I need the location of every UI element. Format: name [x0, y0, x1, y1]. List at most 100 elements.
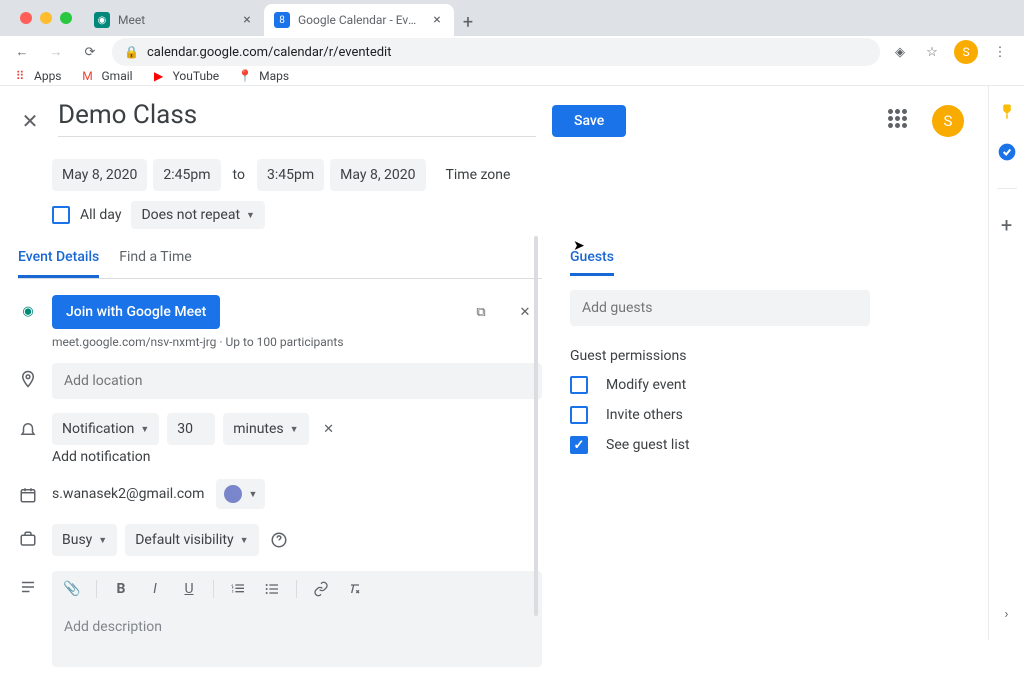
bookmark-maps[interactable]: 📍 Maps [237, 68, 289, 84]
tab-guests[interactable]: Guests [570, 249, 614, 276]
eye-icon[interactable]: ◈ [890, 42, 910, 62]
bold-icon[interactable]: B [111, 579, 131, 599]
browser-tab-meet[interactable]: ◉ Meet × [84, 4, 264, 36]
maximize-window[interactable] [60, 12, 72, 24]
calendar-row: s.wanasek2@gmail.com ▼ [18, 479, 542, 509]
browser-tab-calendar[interactable]: 8 Google Calendar - Event detail × [264, 4, 454, 36]
keep-icon[interactable] [997, 102, 1017, 122]
start-time-chip[interactable]: 2:45pm [153, 159, 220, 191]
permissions-heading: Guest permissions [570, 348, 870, 364]
end-time-chip[interactable]: 3:45pm [257, 159, 324, 191]
back-button[interactable]: ← [10, 40, 34, 64]
tab-find-time[interactable]: Find a Time [119, 249, 192, 278]
briefcase-icon [18, 529, 38, 549]
google-apps-button[interactable] [888, 109, 912, 133]
calendar-icon [18, 485, 38, 505]
perm-seelist-checkbox[interactable] [570, 436, 588, 454]
calendar-color-dropdown[interactable]: ▼ [216, 479, 265, 509]
minimize-window[interactable] [40, 12, 52, 24]
repeat-dropdown[interactable]: Does not repeat ▼ [131, 201, 265, 229]
details-column: Event Details Find a Time ◉ Join with Go… [18, 249, 542, 681]
event-header: ✕ Demo Class Save S [18, 100, 988, 141]
to-label: to [227, 167, 251, 183]
new-tab-button[interactable]: + [454, 8, 482, 36]
bookmark-youtube[interactable]: ▶ YouTube [151, 68, 220, 84]
tasks-icon[interactable] [997, 142, 1017, 162]
meet-row: ◉ Join with Google Meet ⧉ ✕ meet.google.… [18, 295, 542, 349]
italic-icon[interactable]: I [145, 579, 165, 599]
notification-type-dropdown[interactable]: Notification▼ [52, 413, 159, 445]
kebab-menu-icon[interactable]: ⋮ [990, 42, 1010, 62]
numbered-list-icon[interactable] [228, 579, 248, 599]
remove-notification-icon[interactable]: ✕ [317, 417, 341, 441]
column-scrollbar[interactable] [534, 236, 538, 616]
clear-formatting-icon[interactable] [345, 579, 365, 599]
perm-seelist-row: See guest list [570, 436, 870, 454]
collapse-panel-icon[interactable]: › [997, 604, 1017, 624]
perm-invite-checkbox[interactable] [570, 406, 588, 424]
browser-chrome: ◉ Meet × 8 Google Calendar - Event detai… [0, 0, 1024, 86]
description-textarea[interactable]: Add description [52, 607, 542, 667]
underline-icon[interactable]: U [179, 579, 199, 599]
add-notification-link[interactable]: Add notification [52, 449, 542, 465]
account-avatar[interactable]: S [932, 105, 964, 137]
availability-row: Busy▼ Default visibility▼ [18, 523, 542, 557]
description-row: 📎 B I U [18, 571, 542, 667]
visibility-help-icon[interactable] [267, 523, 291, 557]
organizer-email: s.wanasek2@gmail.com [52, 486, 204, 502]
gmail-icon: M [80, 68, 96, 84]
perm-invite-row: Invite others [570, 406, 870, 424]
url-text: calendar.google.com/calendar/r/eventedit [147, 45, 392, 60]
tab-title: Google Calendar - Event detail [298, 13, 422, 27]
star-icon[interactable]: ☆ [922, 42, 942, 62]
join-meet-button[interactable]: Join with Google Meet [52, 295, 220, 329]
event-title-input[interactable]: Demo Class [58, 100, 536, 130]
details-tabs: Event Details Find a Time [18, 249, 542, 279]
event-editor: ✕ Demo Class Save S May 8, 2020 2:45pm t… [0, 86, 988, 640]
timezone-link[interactable]: Time zone [446, 167, 511, 183]
link-icon[interactable] [311, 579, 331, 599]
chevron-down-icon: ▼ [140, 424, 149, 435]
end-date-chip[interactable]: May 8, 2020 [330, 159, 425, 191]
start-date-chip[interactable]: May 8, 2020 [52, 159, 147, 191]
all-day-checkbox[interactable] [52, 206, 70, 224]
meet-icon: ◉ [18, 301, 38, 321]
bookmark-gmail[interactable]: M Gmail [80, 68, 133, 84]
location-input[interactable] [52, 363, 542, 399]
guests-column: Guests Guest permissions Modify event In… [570, 249, 870, 681]
tab-close-icon[interactable]: × [430, 13, 444, 27]
tab-close-icon[interactable]: × [240, 13, 254, 27]
perm-modify-checkbox[interactable] [570, 376, 588, 394]
chevron-down-icon: ▼ [248, 489, 257, 500]
tab-strip: ◉ Meet × 8 Google Calendar - Event detai… [0, 0, 1024, 36]
bookmark-apps[interactable]: ⠿ Apps [12, 68, 62, 84]
reload-button[interactable]: ⟳ [78, 40, 102, 64]
forward-button[interactable]: → [44, 40, 68, 64]
close-window[interactable] [20, 12, 32, 24]
page-body: ✕ Demo Class Save S May 8, 2020 2:45pm t… [0, 86, 1024, 640]
google-side-panel: + › [988, 86, 1024, 640]
attach-icon[interactable]: 📎 [62, 579, 82, 599]
availability-dropdown[interactable]: Busy▼ [52, 524, 117, 556]
chevron-down-icon: ▼ [98, 535, 107, 546]
perm-modify-row: Modify event [570, 376, 870, 394]
profile-avatar[interactable]: S [954, 40, 978, 64]
add-guests-input[interactable] [570, 290, 870, 326]
meet-favicon-icon: ◉ [94, 12, 110, 28]
description-toolbar: 📎 B I U [52, 571, 542, 607]
visibility-dropdown[interactable]: Default visibility▼ [125, 524, 258, 556]
chevron-down-icon: ▼ [290, 424, 299, 435]
bullet-list-icon[interactable] [262, 579, 282, 599]
add-addon-icon[interactable]: + [997, 215, 1017, 235]
notification-value-input[interactable]: 30 [167, 413, 215, 445]
close-editor-button[interactable]: ✕ [18, 109, 42, 133]
save-button[interactable]: Save [552, 105, 626, 137]
notification-row: Notification▼ 30 minutes▼ ✕ Add notifica… [18, 413, 542, 465]
description-icon [18, 577, 38, 597]
copy-meet-link-icon[interactable]: ⧉ [464, 295, 498, 329]
bell-icon [18, 419, 38, 439]
notification-unit-dropdown[interactable]: minutes▼ [223, 413, 308, 445]
location-pin-icon [18, 369, 38, 389]
address-bar[interactable]: 🔒 calendar.google.com/calendar/r/evented… [112, 38, 880, 66]
tab-event-details[interactable]: Event Details [18, 249, 99, 278]
